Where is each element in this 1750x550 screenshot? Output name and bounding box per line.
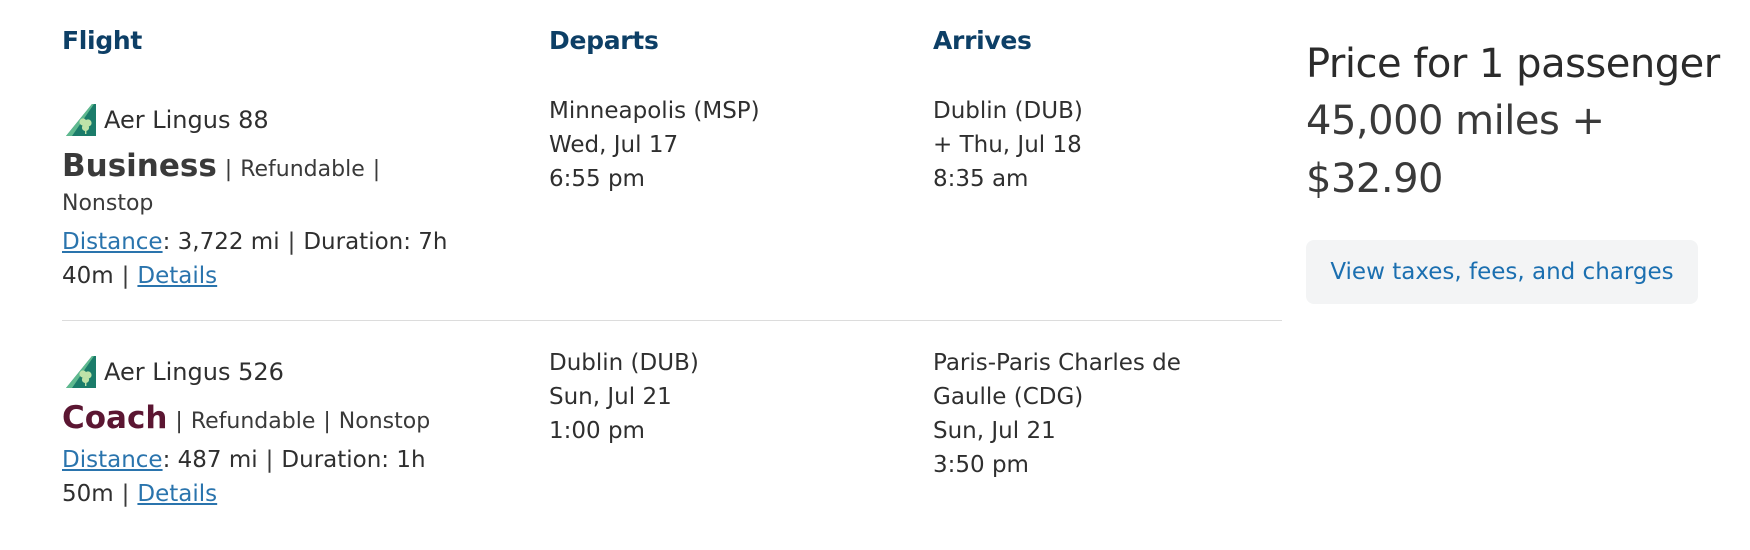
segment-2-fare-info: Coach | Refundable | Nonstop bbox=[62, 401, 482, 439]
segment-2-distance-value: : 487 mi bbox=[162, 447, 258, 473]
segment-1-airline: Aer Lingus 88 bbox=[62, 100, 482, 140]
segment-1-distance-duration: Distance: 3,722 mi | Duration: 7h 40m | Deta… bbox=[62, 225, 482, 293]
segment-2-cabin: Coach bbox=[62, 400, 168, 436]
segment-1-details-link[interactable]: Details bbox=[137, 263, 217, 289]
segment-1-duration-part1: Duration: 7h bbox=[303, 229, 448, 255]
segment-2-arrive-city-line1: Paris-Paris Charles de bbox=[933, 350, 1181, 376]
aer-lingus-tail-icon bbox=[66, 104, 96, 136]
separator: | bbox=[265, 447, 274, 473]
price-miles: 45,000 miles + bbox=[1306, 98, 1605, 144]
separator: | bbox=[323, 409, 331, 434]
segment-1-stops: Nonstop bbox=[62, 191, 154, 216]
separator: | bbox=[372, 157, 381, 182]
segment-divider bbox=[62, 320, 1282, 321]
departs-header: Departs bbox=[549, 26, 659, 55]
segment-2-details-link[interactable]: Details bbox=[137, 481, 217, 507]
segment-2-airline: Aer Lingus 526 bbox=[62, 352, 482, 392]
segment-2-arrive-city-line2: Gaulle (CDG) bbox=[933, 384, 1084, 410]
separator: | bbox=[287, 229, 296, 255]
price-summary: Price for 1 passenger 45,000 miles + $32… bbox=[1306, 36, 1726, 208]
segment-1-arrive-time: 8:35 am bbox=[933, 166, 1029, 192]
segment-1-distance-value: : 3,722 mi bbox=[162, 229, 280, 255]
segment-2-airline-name: Aer Lingus 526 bbox=[104, 358, 284, 386]
flight-header: Flight bbox=[62, 26, 143, 55]
price-cash: $32.90 bbox=[1306, 156, 1443, 202]
segment-2-distance-duration: Distance: 487 mi | Duration: 1h 50m | Detail… bbox=[62, 443, 482, 511]
arrives-header: Arrives bbox=[933, 26, 1032, 55]
separator: | bbox=[121, 481, 130, 507]
segment-1-arrive-city: Dublin (DUB) bbox=[933, 98, 1083, 124]
segment-1-distance-link[interactable]: Distance bbox=[62, 229, 163, 255]
segment-1-duration-part2: 40m bbox=[62, 263, 114, 289]
view-taxes-fees-button[interactable]: View taxes, fees, and charges bbox=[1306, 240, 1698, 304]
segment-1-fare-info: Business | Refundable | Nonstop bbox=[62, 149, 482, 221]
segment-2-departure: Dublin (DUB) Sun, Jul 21 1:00 pm bbox=[549, 346, 699, 448]
aer-lingus-tail-icon bbox=[66, 356, 96, 388]
segment-2-depart-city: Dublin (DUB) bbox=[549, 350, 699, 376]
segment-2-arrive-date: Sun, Jul 21 bbox=[933, 418, 1056, 444]
segment-2-depart-date: Sun, Jul 21 bbox=[549, 384, 672, 410]
segment-2-duration-part1: Duration: 1h bbox=[281, 447, 426, 473]
segment-1-arrive-date: + Thu, Jul 18 bbox=[933, 132, 1082, 158]
segment-2-arrival: Paris-Paris Charles de Gaulle (CDG) Sun,… bbox=[933, 346, 1181, 482]
segment-2-arrive-time: 3:50 pm bbox=[933, 452, 1029, 478]
segment-2-refundable: Refundable bbox=[190, 409, 316, 434]
segment-1-depart-city: Minneapolis (MSP) bbox=[549, 98, 760, 124]
segment-1-depart-time: 6:55 pm bbox=[549, 166, 645, 192]
segment-2-duration-part2: 50m bbox=[62, 481, 114, 507]
segment-2-depart-time: 1:00 pm bbox=[549, 418, 645, 444]
segment-1-cabin: Business bbox=[62, 148, 217, 184]
segment-2-flight-info: Aer Lingus 526 Coach | Refundable | Nonstop … bbox=[62, 352, 482, 511]
segment-1-flight-info: Aer Lingus 88 Business | Refundable | Nonst… bbox=[62, 100, 482, 293]
segment-1-arrival: Dublin (DUB) + Thu, Jul 18 8:35 am bbox=[933, 94, 1083, 196]
segment-2-stops: Nonstop bbox=[338, 409, 431, 434]
segment-2-distance-link[interactable]: Distance bbox=[62, 447, 163, 473]
segment-1-refundable: Refundable bbox=[240, 157, 365, 182]
segment-1-airline-name: Aer Lingus 88 bbox=[104, 106, 269, 134]
separator: | bbox=[121, 263, 130, 289]
separator: | bbox=[224, 157, 233, 182]
price-title: Price for 1 passenger bbox=[1306, 41, 1720, 87]
segment-1-departure: Minneapolis (MSP) Wed, Jul 17 6:55 pm bbox=[549, 94, 760, 196]
segment-1-depart-date: Wed, Jul 17 bbox=[549, 132, 679, 158]
separator: | bbox=[175, 409, 183, 434]
